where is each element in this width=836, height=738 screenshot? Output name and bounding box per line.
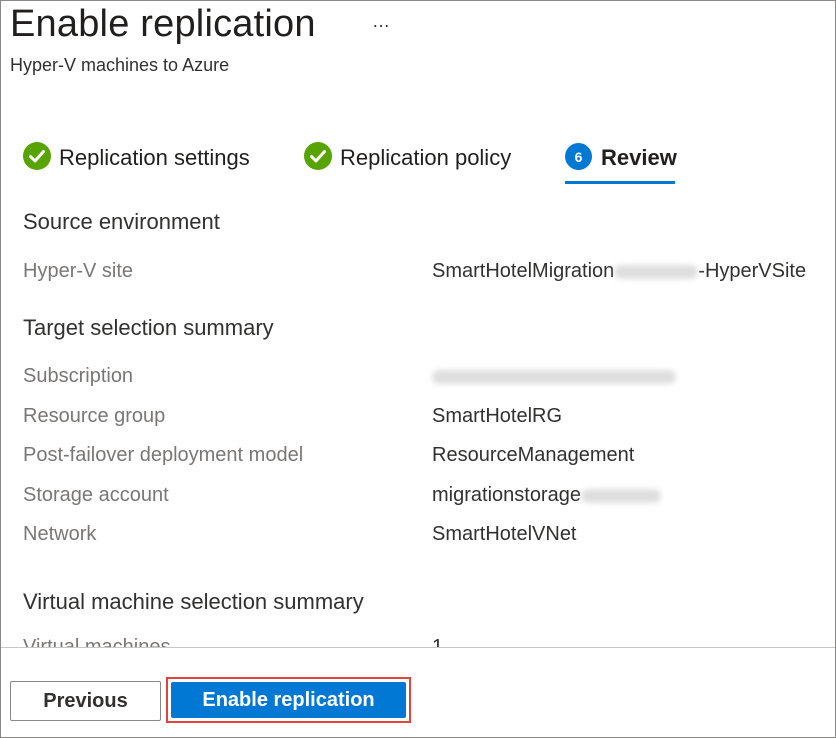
hyperv-site-value: SmartHotelMigration -HyperVSite — [432, 260, 806, 283]
storage-account-label: Storage account — [23, 484, 169, 506]
section-heading-vm: Virtual machine selection summary — [23, 589, 364, 614]
previous-button[interactable]: Previous — [10, 681, 161, 721]
redacted-text — [432, 369, 676, 384]
deployment-model-label: Post-failover deployment model — [23, 444, 304, 466]
review-summary: Source environment Hyper-V site SmartHot… — [1, 191, 835, 647]
page-subtitle: Hyper-V machines to Azure — [10, 55, 230, 75]
footer-divider — [1, 647, 835, 648]
resource-group-value: SmartHotelRG — [432, 405, 563, 427]
subscription-label: Subscription — [23, 365, 134, 387]
redacted-text — [614, 264, 699, 279]
redacted-text — [580, 488, 661, 503]
hyperv-site-value-suffix: -HyperVSite — [698, 260, 807, 282]
section-heading-target: Target selection summary — [23, 315, 274, 340]
tab-label: Replication policy — [340, 145, 512, 170]
tab-replication-settings[interactable]: Replication settings — [23, 137, 250, 185]
page-title: Enable replication — [10, 3, 316, 45]
tab-label: Review — [601, 145, 677, 170]
tab-review[interactable]: 6 Review — [565, 137, 677, 185]
hyperv-site-label: Hyper-V site — [23, 260, 134, 282]
tab-replication-policy[interactable]: Replication policy — [304, 137, 511, 185]
checkmark-icon — [23, 142, 51, 170]
subscription-value — [432, 365, 676, 388]
virtual-machines-value: 1 — [432, 636, 444, 647]
virtual-machines-label: Virtual machines — [23, 636, 171, 647]
resource-group-label: Resource group — [23, 405, 166, 427]
storage-account-value-prefix: migrationstorage — [432, 484, 581, 506]
checkmark-icon — [304, 142, 332, 170]
network-label: Network — [23, 523, 97, 545]
more-options-icon[interactable]: … — [372, 11, 391, 32]
hyperv-site-value-prefix: SmartHotelMigration — [432, 260, 615, 282]
enable-replication-blade: Enable replication … Hyper-V machines to… — [0, 0, 836, 738]
active-tab-indicator — [565, 181, 675, 184]
section-heading-source: Source environment — [23, 209, 220, 234]
network-value: SmartHotelVNet — [432, 523, 577, 545]
step-number-badge: 6 — [565, 143, 592, 170]
deployment-model-value: ResourceManagement — [432, 444, 635, 466]
storage-account-value: migrationstorage — [432, 484, 661, 507]
enable-replication-highlight: Enable replication — [166, 677, 411, 723]
tab-label: Replication settings — [59, 145, 250, 170]
enable-replication-button[interactable]: Enable replication — [171, 682, 406, 718]
